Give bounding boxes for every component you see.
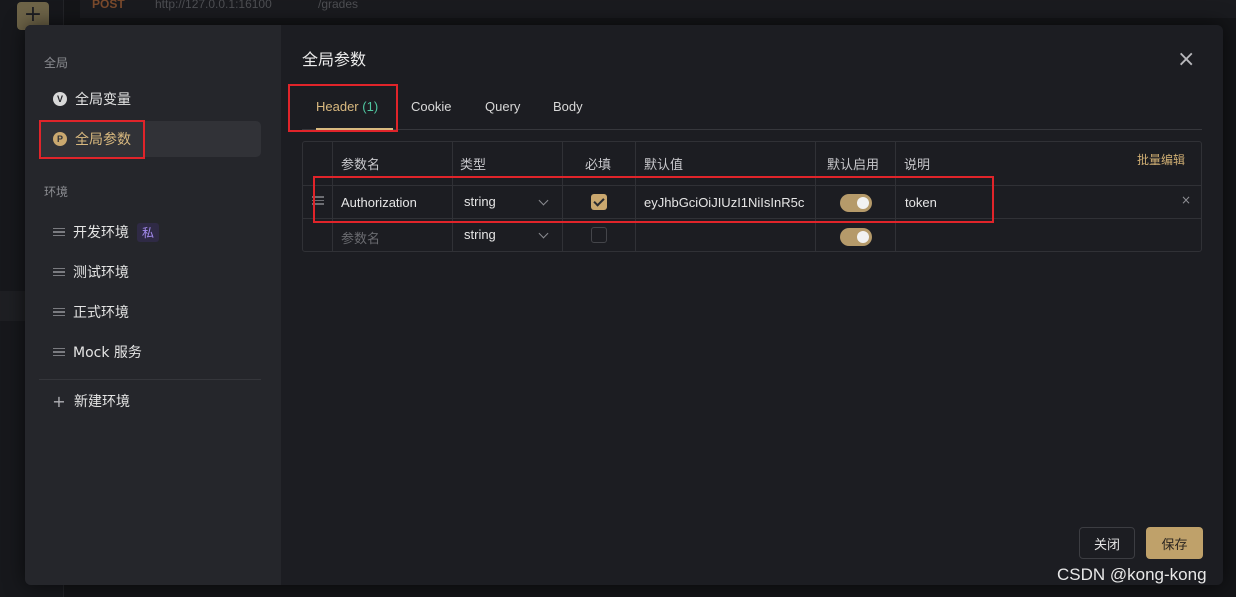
plus-icon: + (52, 391, 66, 411)
dialog-sidebar: 全局 V 全局变量 P 全局参数 环境 开发环境 私 测试环境 正式环境 Moc… (25, 25, 281, 585)
section-env-label: 环境 (44, 185, 69, 199)
param-name-cell[interactable]: Authorization (341, 195, 417, 210)
sidebar-item-env-dev[interactable]: 开发环境 私 (39, 214, 261, 250)
sidebar-item-env-test[interactable]: 测试环境 (39, 254, 261, 290)
save-button[interactable]: 保存 (1146, 527, 1203, 559)
background-strip (0, 291, 25, 321)
list-icon (53, 307, 65, 317)
header-type: 类型 (460, 158, 487, 173)
variable-icon: V (53, 92, 67, 106)
sidebar-item-global-vars[interactable]: V 全局变量 (39, 81, 261, 117)
sidebar-item-label: 全局参数 (75, 132, 131, 148)
sidebar-item-label: 测试环境 (73, 265, 129, 281)
column-divider (895, 142, 896, 252)
parameter-icon: P (53, 132, 67, 146)
list-icon (53, 227, 65, 237)
new-environment-label: 新建环境 (74, 394, 130, 410)
header-default-value: 默认值 (644, 158, 684, 173)
row-divider (303, 185, 1201, 186)
sidebar-item-env-mock[interactable]: Mock 服务 (39, 334, 261, 370)
chevron-down-icon (538, 195, 549, 206)
section-global-label: 全局 (44, 56, 69, 70)
params-table: 参数名 类型 必填 默认值 默认启用 说明 Authorization stri… (302, 141, 1202, 252)
dialog-main: 全局参数 × Header (1) Cookie Query Body 批量编辑 (281, 25, 1223, 585)
default-value-cell[interactable]: eyJhbGciOiJIUzI1NiIsInR5c (644, 195, 804, 210)
sidebar-item-global-params[interactable]: P 全局参数 (39, 121, 261, 157)
column-divider (635, 142, 636, 252)
global-params-dialog: 全局 V 全局变量 P 全局参数 环境 开发环境 私 测试环境 正式环境 Moc… (25, 25, 1223, 585)
new-required-checkbox[interactable] (591, 227, 607, 243)
sidebar-item-label: 全局变量 (75, 92, 131, 108)
new-param-name-input[interactable]: 参数名 (341, 228, 380, 247)
tab-cookie[interactable]: Cookie (411, 99, 451, 114)
header-description: 说明 (904, 158, 931, 173)
close-button[interactable]: 关闭 (1079, 527, 1135, 559)
background-url: http://127.0.0.1:16100 (155, 0, 272, 11)
column-divider (815, 142, 816, 252)
background-path: /grades (318, 0, 359, 11)
private-badge: 私 (137, 222, 160, 242)
description-cell[interactable]: token (905, 195, 937, 210)
active-tab-indicator (316, 128, 393, 130)
new-enabled-toggle[interactable] (840, 228, 872, 246)
delete-row-icon[interactable]: × (1181, 193, 1191, 207)
required-checkbox[interactable] (591, 194, 607, 210)
list-icon (53, 347, 65, 357)
drag-handle-icon[interactable] (312, 196, 324, 205)
column-divider (562, 142, 563, 252)
dialog-title: 全局参数 (302, 50, 367, 69)
tab-count: (1) (362, 99, 379, 114)
sidebar-divider (39, 379, 261, 380)
param-tabs: Header (1) Cookie Query Body (302, 95, 1202, 130)
background-method: POST (92, 0, 125, 11)
param-type-select[interactable]: string (464, 194, 496, 209)
tab-query[interactable]: Query (485, 99, 520, 114)
tab-body[interactable]: Body (553, 99, 583, 114)
new-param-type-select[interactable]: string (464, 227, 496, 242)
header-enabled: 默认启用 (827, 158, 880, 173)
close-icon[interactable]: × (1177, 49, 1195, 71)
list-icon (53, 267, 65, 277)
header-required: 必填 (585, 158, 612, 173)
tab-label: Header (316, 99, 359, 114)
new-environment-button[interactable]: + 新建环境 (39, 383, 261, 419)
watermark: CSDN @kong-kong (1057, 565, 1207, 584)
chevron-down-icon (538, 228, 549, 239)
enabled-toggle[interactable] (840, 194, 872, 212)
sidebar-item-label: 正式环境 (73, 305, 129, 321)
tab-header[interactable]: Header (1) (316, 99, 378, 114)
column-divider (452, 142, 453, 252)
row-divider (303, 218, 1201, 219)
sidebar-item-label: Mock 服务 (73, 345, 142, 361)
column-divider (332, 142, 333, 252)
header-name: 参数名 (341, 158, 381, 173)
sidebar-item-env-prod[interactable]: 正式环境 (39, 294, 261, 330)
sidebar-item-label: 开发环境 (73, 225, 129, 241)
